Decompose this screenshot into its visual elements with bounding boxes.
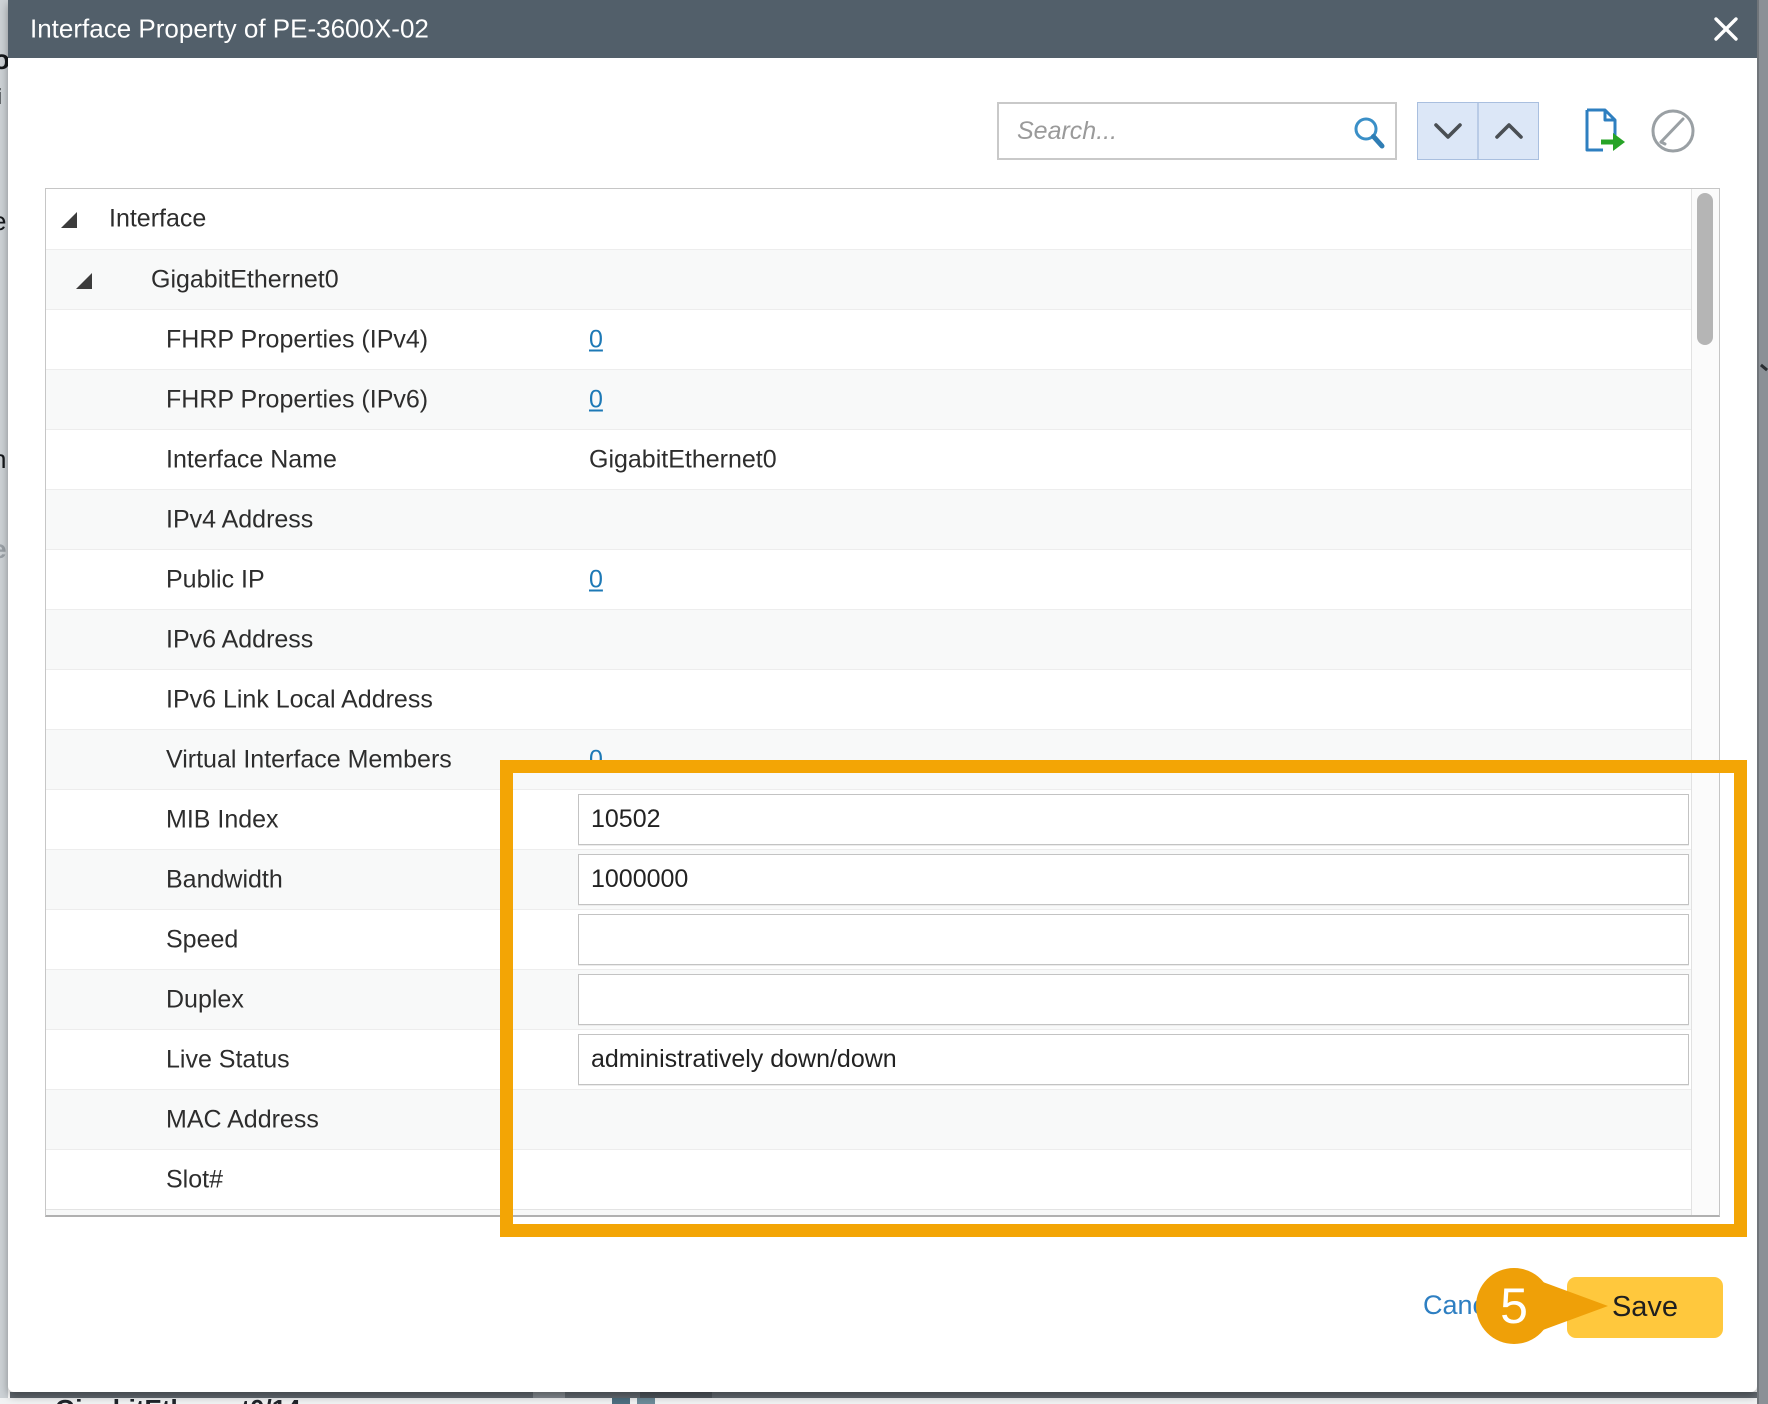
- table-row: MAC Address: [46, 1089, 1694, 1149]
- row-label: IPv6 Link Local Address: [166, 685, 433, 714]
- row-label: MIB Index: [166, 805, 279, 834]
- search-input[interactable]: [999, 104, 1337, 158]
- row-value-input[interactable]: [578, 1034, 1689, 1085]
- row-value-input[interactable]: [578, 794, 1689, 845]
- row-label: Virtual Interface Members: [166, 745, 452, 774]
- row-value-input[interactable]: [578, 854, 1689, 905]
- row-value-link[interactable]: 0: [589, 325, 603, 354]
- close-icon[interactable]: [1711, 14, 1741, 44]
- row-label: Interface: [109, 205, 206, 234]
- search-icon[interactable]: [1351, 115, 1387, 151]
- row-label: Public IP: [166, 565, 265, 594]
- table-row: Speed: [46, 909, 1694, 969]
- row-label: MAC Address: [166, 1105, 319, 1134]
- find-next-button[interactable]: [1418, 103, 1479, 159]
- table-row: IPv6 Address: [46, 609, 1694, 669]
- row-value-input[interactable]: [578, 974, 1689, 1025]
- row-label: Speed: [166, 925, 238, 954]
- search-nav-buttons: [1417, 102, 1539, 160]
- export-icon[interactable]: [1577, 106, 1627, 156]
- interface-property-modal: Interface Property of PE-3600X-02: [8, 0, 1757, 1392]
- row-value-text: GigabitEthernet0: [589, 445, 777, 474]
- table-row: Virtual Interface Members 0: [46, 729, 1694, 789]
- table-row: IPv4 Address: [46, 489, 1694, 549]
- collapse-arrow-icon[interactable]: [61, 212, 77, 228]
- row-label: Slot#: [166, 1165, 223, 1194]
- background-page-sliver: o i e n e: [0, 0, 8, 1404]
- edit-icon[interactable]: [1650, 108, 1696, 154]
- table-row: FHRP Properties (IPv4) 0: [46, 309, 1694, 369]
- property-table: Interface GigabitEthernet0 FHRP Properties…: [45, 188, 1720, 1217]
- table-row: Bandwidth: [46, 849, 1694, 909]
- table-row: MIB Index: [46, 789, 1694, 849]
- table-row: Duplex: [46, 969, 1694, 1029]
- row-label: Interface Name: [166, 445, 337, 474]
- find-previous-button[interactable]: [1479, 103, 1538, 159]
- table-scrollbar-thumb[interactable]: [1697, 193, 1713, 345]
- row-label: IPv4 Address: [166, 505, 313, 534]
- table-row: Slot#: [46, 1149, 1694, 1209]
- row-value-input[interactable]: [578, 914, 1689, 965]
- table-row: Interface: [46, 189, 1694, 249]
- table-row: Interface Name GigabitEthernet0: [46, 429, 1694, 489]
- chevron-up-icon: [1494, 122, 1524, 140]
- chevron-down-icon: [1433, 122, 1463, 140]
- background-bottom-strip: GigabitEthernet0/14: [0, 1398, 1768, 1404]
- row-label: FHRP Properties (IPv6): [166, 385, 428, 414]
- table-row: IPv6 Link Local Address: [46, 669, 1694, 729]
- background-checkbox: [612, 1398, 630, 1404]
- row-label: Bandwidth: [166, 865, 283, 894]
- collapse-arrow-icon[interactable]: [76, 273, 92, 289]
- row-label: Live Status: [166, 1045, 290, 1074]
- background-interface-text: GigabitEthernet0/14: [55, 1398, 301, 1404]
- modal-header: Interface Property of PE-3600X-02: [8, 0, 1757, 58]
- row-label: Duplex: [166, 985, 244, 1014]
- table-row: Public IP 0: [46, 549, 1694, 609]
- table-row: Live Status: [46, 1029, 1694, 1089]
- table-row-partial: [46, 1209, 1694, 1217]
- property-table-rows: Interface GigabitEthernet0 FHRP Properties…: [46, 189, 1719, 1209]
- background-checkbox: [637, 1398, 655, 1404]
- table-row: FHRP Properties (IPv6) 0: [46, 369, 1694, 429]
- save-button[interactable]: Save: [1567, 1277, 1723, 1338]
- edge-glyph-fragment: [1760, 364, 1768, 371]
- row-value-link[interactable]: 0: [589, 565, 603, 594]
- cancel-button[interactable]: Cancel: [1423, 1290, 1507, 1321]
- modal-title: Interface Property of PE-3600X-02: [30, 14, 429, 45]
- row-value-link[interactable]: 0: [589, 385, 603, 414]
- search-input-wrapper: [997, 102, 1397, 160]
- row-value-link[interactable]: 0: [589, 745, 603, 774]
- row-label: IPv6 Address: [166, 625, 313, 654]
- background-window-edge: [1757, 0, 1768, 1404]
- table-row: GigabitEthernet0: [46, 249, 1694, 309]
- row-label: GigabitEthernet0: [151, 265, 339, 294]
- table-scrollbar[interactable]: [1691, 189, 1719, 1215]
- screen: o i e n e GigabitEthernet0/14 Interface …: [0, 0, 1768, 1404]
- row-label: FHRP Properties (IPv4): [166, 325, 428, 354]
